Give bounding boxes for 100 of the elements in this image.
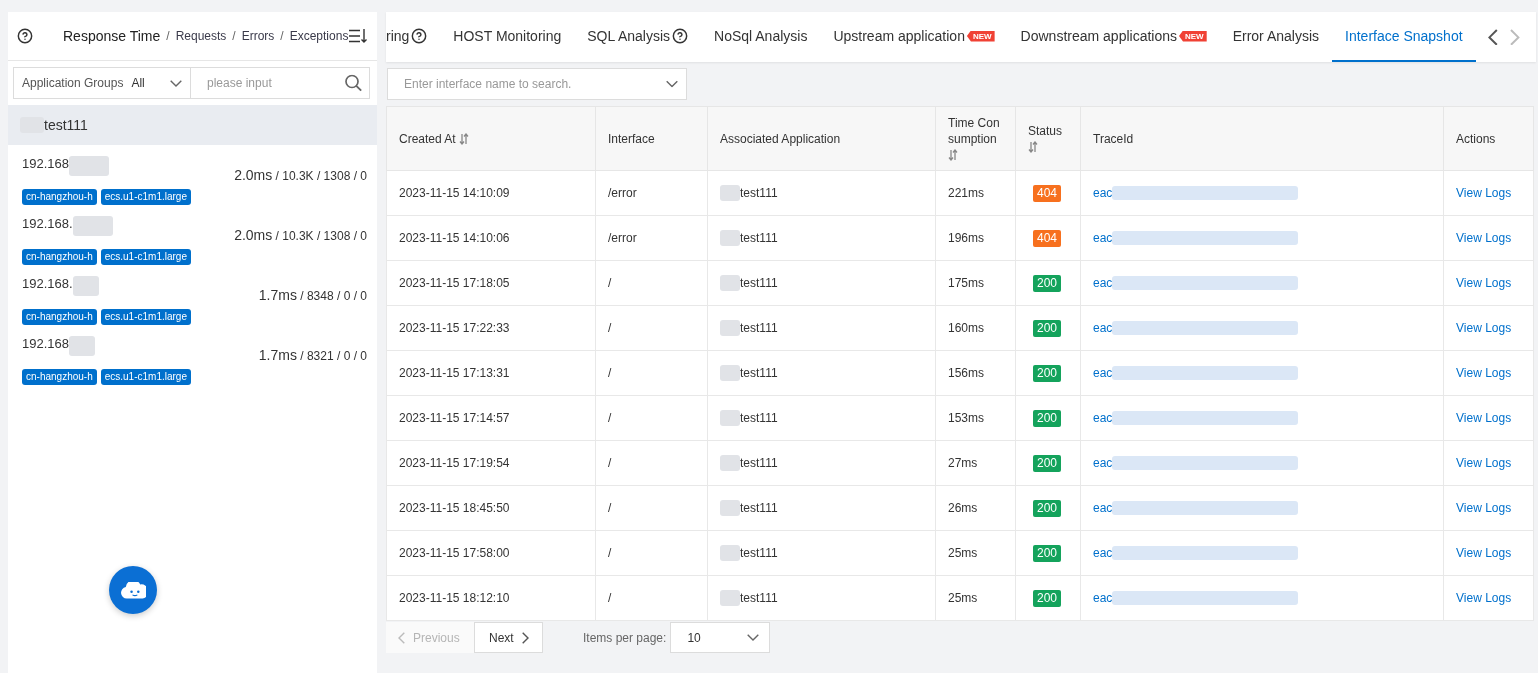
view-logs-link[interactable]: View Logs <box>1456 186 1512 200</box>
chevron-left-icon[interactable] <box>1488 28 1498 46</box>
status-badge: 200 <box>1033 364 1062 382</box>
search-field[interactable]: please input <box>191 67 370 99</box>
table-cell: 2023-11-15 18:12:10 <box>386 575 596 621</box>
column-title: Status <box>1028 123 1063 138</box>
host-tag: ecs.u1-c1m1.large <box>100 369 191 385</box>
tab[interactable]: SQL Analysis <box>574 12 701 62</box>
table-cell: / <box>595 260 708 306</box>
interface-search-field[interactable]: Enter interface name to search. <box>387 68 687 100</box>
app-name: test111 <box>740 186 778 200</box>
tab[interactable]: Upstream application NEW <box>820 12 1008 62</box>
table-cell: / <box>595 395 708 441</box>
table-cell: / <box>595 305 708 351</box>
table-cell: 25ms <box>935 530 1016 576</box>
chevron-right-icon <box>521 631 529 644</box>
trace-id-link[interactable]: eac <box>1093 591 1113 605</box>
next-button[interactable]: Next <box>474 622 543 653</box>
view-logs-link[interactable]: View Logs <box>1456 501 1512 515</box>
search-icon[interactable] <box>345 74 362 92</box>
view-logs-link[interactable]: View Logs <box>1456 546 1512 560</box>
trace-id-link[interactable]: eac <box>1093 186 1113 200</box>
table-cell: 2023-11-15 17:58:00 <box>386 530 596 576</box>
table-cell: 2023-11-15 17:19:54 <box>386 440 596 486</box>
app-name: test111 <box>740 456 778 470</box>
host-ip: 192.168 <box>22 336 69 352</box>
chevron-down-icon <box>747 634 760 641</box>
host-tag: ecs.u1-c1m1.large <box>100 249 191 265</box>
table-cell: / <box>595 350 708 396</box>
help-icon[interactable] <box>672 28 688 44</box>
table-cell: 156ms <box>935 350 1016 396</box>
view-logs-link[interactable]: View Logs <box>1456 456 1512 470</box>
sort-option[interactable]: Errors <box>241 29 275 43</box>
table-cell: 25ms <box>935 575 1016 621</box>
trace-id-link[interactable]: eac <box>1093 501 1113 515</box>
column-title: Created At <box>399 131 456 146</box>
tab[interactable]: ring <box>386 12 441 62</box>
view-logs-link[interactable]: View Logs <box>1456 231 1512 245</box>
table-cell: 160ms <box>935 305 1016 351</box>
tab[interactable]: Interface Snapshot <box>1332 12 1476 62</box>
group-name: test111 <box>44 117 88 133</box>
table-cell: 175ms <box>935 260 1016 306</box>
table-cell: 2023-11-15 14:10:09 <box>386 170 596 216</box>
column-header[interactable]: Status <box>1015 106 1081 171</box>
view-logs-link[interactable]: View Logs <box>1456 411 1512 425</box>
host-metrics: 2.0ms / 10.3K / 1308 / 0 <box>234 227 367 243</box>
tab[interactable]: NoSql Analysis <box>701 12 821 62</box>
host-tag: ecs.u1-c1m1.large <box>100 309 191 325</box>
status-badge: 200 <box>1033 274 1062 292</box>
app-name: test111 <box>740 411 778 425</box>
status-badge: 404 <box>1033 184 1062 202</box>
host-ip: 192.168. <box>22 276 73 292</box>
sort-icon[interactable] <box>458 133 469 146</box>
status-badge: 200 <box>1033 544 1062 562</box>
tab[interactable]: Downstream applications NEW <box>1007 12 1220 62</box>
help-icon[interactable] <box>17 28 33 44</box>
sort-option[interactable]: Requests <box>175 29 227 43</box>
separator-text: / <box>166 29 170 43</box>
trace-id-link[interactable]: eac <box>1093 276 1113 290</box>
trace-id-link[interactable]: eac <box>1093 411 1113 425</box>
table-cell: 2023-11-15 17:13:31 <box>386 350 596 396</box>
group-header[interactable]: test111 <box>8 105 377 145</box>
table-cell: /error <box>595 215 708 261</box>
trace-id-link[interactable]: eac <box>1093 231 1113 245</box>
app-name: test111 <box>740 276 778 290</box>
view-logs-link[interactable]: View Logs <box>1456 276 1512 290</box>
view-logs-link[interactable]: View Logs <box>1456 591 1512 605</box>
column-title: TraceId <box>1093 131 1134 146</box>
trace-id-link[interactable]: eac <box>1093 366 1113 380</box>
sort-list-icon[interactable] <box>349 29 367 43</box>
tab[interactable]: Error Analysis <box>1219 12 1333 62</box>
separator-text: / <box>280 29 284 43</box>
separator-text: / <box>232 29 236 43</box>
sort-icon[interactable] <box>948 149 958 162</box>
app-name: test111 <box>740 321 778 335</box>
column-header[interactable]: Created At <box>386 106 596 171</box>
column-header[interactable]: Time Consumption <box>935 106 1016 171</box>
table-cell: 2023-11-15 17:22:33 <box>386 305 596 351</box>
app-name: test111 <box>740 231 778 245</box>
chevron-down-icon <box>666 80 678 88</box>
help-icon[interactable] <box>411 28 428 44</box>
column-title: Interface <box>608 131 655 146</box>
view-logs-link[interactable]: View Logs <box>1456 321 1512 335</box>
cloud-icon <box>120 581 146 599</box>
trace-id-link[interactable]: eac <box>1093 321 1113 335</box>
table-cell: 2023-11-15 14:10:06 <box>386 215 596 261</box>
page-size-select[interactable]: 10 <box>670 622 771 653</box>
table-cell: 27ms <box>935 440 1016 486</box>
host-tag: cn-hangzhou-h <box>22 249 97 265</box>
app-name: test111 <box>740 366 778 380</box>
tab[interactable]: HOST Monitoring <box>440 12 575 62</box>
host-metrics: 2.0ms / 10.3K / 1308 / 0 <box>234 167 367 183</box>
group-select[interactable]: Application Groups All <box>13 67 191 99</box>
trace-id-link[interactable]: eac <box>1093 456 1113 470</box>
sort-icon[interactable] <box>1028 141 1038 154</box>
app-name: test111 <box>740 591 778 605</box>
trace-id-link[interactable]: eac <box>1093 546 1113 560</box>
view-logs-link[interactable]: View Logs <box>1456 366 1512 380</box>
sort-option[interactable]: Response Time <box>63 28 161 44</box>
sort-option[interactable]: Exceptions <box>289 29 349 43</box>
